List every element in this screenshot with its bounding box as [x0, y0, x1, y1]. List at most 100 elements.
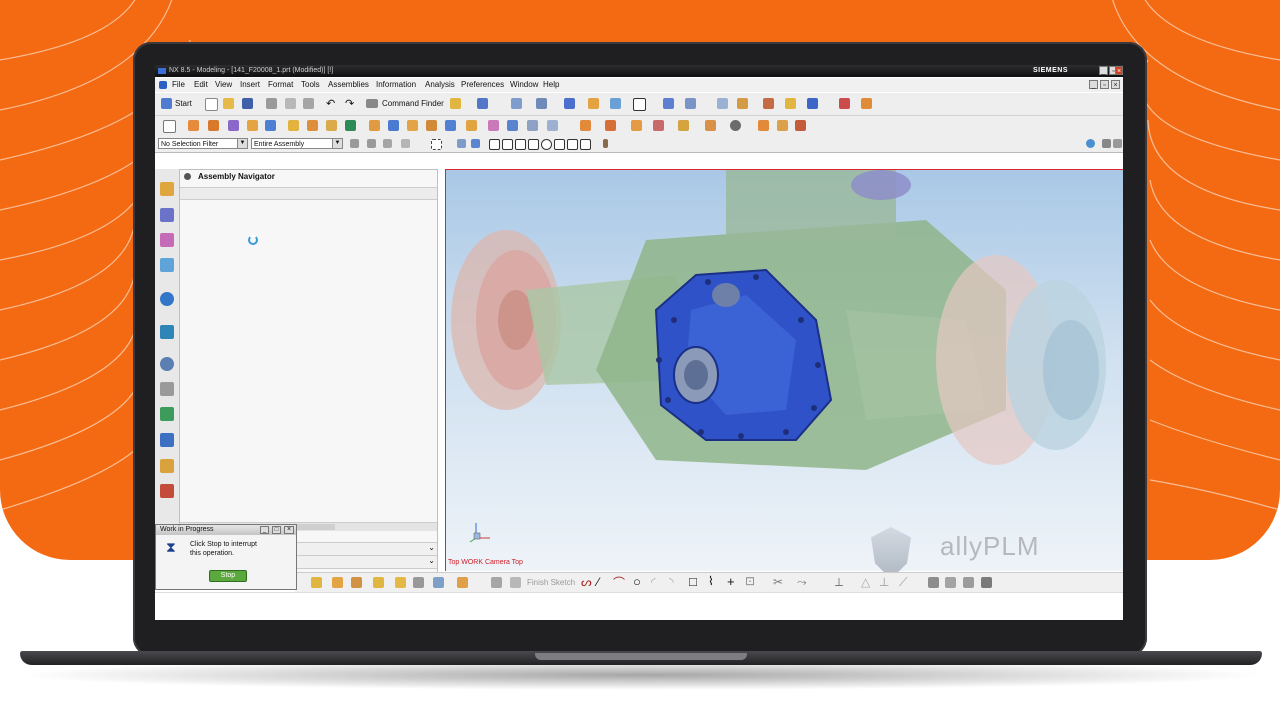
assembly-add-icon[interactable]: [580, 120, 591, 131]
dialog-minimize-button[interactable]: _: [260, 526, 269, 534]
dialog-maximize-button[interactable]: □: [272, 526, 281, 534]
menu-help[interactable]: Help: [543, 78, 559, 92]
sketch-options-icon[interactable]: [457, 577, 468, 588]
roles-icon[interactable]: [160, 459, 174, 473]
quick-extend-icon[interactable]: ⤳: [797, 575, 807, 590]
menu-assemblies[interactable]: Assemblies: [328, 78, 369, 92]
constraint-navigator-icon[interactable]: [160, 208, 174, 222]
move-component-icon[interactable]: [631, 120, 642, 131]
fillet-icon[interactable]: ◜: [651, 575, 656, 589]
thicken-icon[interactable]: [488, 120, 499, 131]
snap-on-curve-icon[interactable]: [580, 139, 591, 150]
circle-icon[interactable]: ○: [633, 574, 641, 589]
menu-format[interactable]: Format: [268, 78, 293, 92]
paste-icon[interactable]: [303, 98, 314, 109]
system-scene-icon[interactable]: [160, 484, 174, 498]
dialog-close-button[interactable]: ×: [284, 526, 294, 534]
fullscreen-icon[interactable]: [1113, 139, 1122, 148]
rectangle-select-icon[interactable]: [431, 139, 442, 150]
trim-body-icon[interactable]: [307, 120, 318, 131]
doc-close-button[interactable]: ×: [1111, 80, 1120, 89]
background-icon[interactable]: [633, 98, 646, 111]
web-browser-icon[interactable]: [160, 292, 174, 306]
reuse-library-icon[interactable]: [160, 258, 174, 272]
analysis-icon[interactable]: [807, 98, 818, 109]
layout-icon[interactable]: [1102, 139, 1111, 148]
system-materials-icon[interactable]: [160, 382, 174, 396]
extrude-icon[interactable]: [188, 120, 199, 131]
clock-icon[interactable]: [160, 357, 174, 371]
gear-icon[interactable]: [373, 577, 384, 588]
delete-face-icon[interactable]: [547, 120, 558, 131]
wave-geometry-icon[interactable]: [332, 577, 343, 588]
clip-section-icon[interactable]: [610, 98, 621, 109]
selection-icon[interactable]: [477, 98, 488, 109]
snap-point-on-face-icon[interactable]: [603, 139, 608, 148]
finish-sketch-icon[interactable]: [510, 577, 521, 588]
orient-view-icon[interactable]: [663, 98, 674, 109]
menu-information[interactable]: Information: [376, 78, 416, 92]
save-icon[interactable]: [242, 98, 253, 109]
view-orient-icon[interactable]: [511, 98, 522, 109]
inferred-constraints-icon[interactable]: [981, 577, 992, 588]
info-icon[interactable]: [785, 98, 796, 109]
selection-filter-dropdown[interactable]: No Selection Filter ▼: [158, 138, 248, 149]
edge-blend-icon[interactable]: [326, 120, 337, 131]
polygon-icon[interactable]: ⌇: [708, 574, 714, 588]
exploded-view-icon[interactable]: [678, 120, 689, 131]
snap-control-point-icon[interactable]: [528, 139, 539, 150]
revolve-icon[interactable]: [208, 120, 219, 131]
chamfer-icon[interactable]: [345, 120, 356, 131]
assembly-navigator-icon[interactable]: [160, 182, 174, 196]
select-all-icon[interactable]: [383, 139, 392, 148]
menu-tools[interactable]: Tools: [301, 78, 320, 92]
shell-icon[interactable]: [369, 120, 380, 131]
stop-button[interactable]: Stop: [209, 570, 247, 582]
chamfer-sketch-icon[interactable]: ◝: [669, 575, 674, 589]
copy-icon[interactable]: [285, 98, 296, 109]
quick-trim-icon[interactable]: ✂: [773, 575, 783, 589]
doc-restore-button[interactable]: ▫: [1100, 80, 1109, 89]
snap-icon[interactable]: [839, 98, 850, 109]
snap-grid-icon[interactable]: [489, 139, 500, 150]
cut-icon[interactable]: [266, 98, 277, 109]
process-studio-icon[interactable]: [160, 407, 174, 421]
menu-edit[interactable]: Edit: [194, 78, 208, 92]
convert-reference-icon[interactable]: [945, 577, 956, 588]
finish-sketch-button[interactable]: Finish Sketch: [527, 578, 575, 587]
pencil-icon[interactable]: [395, 577, 406, 588]
make-corner-icon[interactable]: ⟂: [835, 575, 843, 590]
command-finder-button[interactable]: Command Finder: [382, 99, 444, 108]
product-interface-icon[interactable]: [777, 120, 788, 131]
render-style-icon[interactable]: [536, 98, 547, 109]
snap-endpoint-icon[interactable]: [471, 139, 480, 148]
deformable-icon[interactable]: [795, 120, 806, 131]
line-icon[interactable]: ⁄: [597, 575, 599, 589]
open-folder-icon[interactable]: [223, 98, 234, 109]
menu-file[interactable]: File: [172, 78, 185, 92]
globe-icon[interactable]: [1086, 139, 1095, 148]
touch-mode-icon[interactable]: [450, 98, 461, 109]
assembly-tool-icon[interactable]: [311, 577, 322, 588]
menu-preferences[interactable]: Preferences: [461, 78, 504, 92]
point-icon[interactable]: +: [727, 574, 735, 589]
animate-dimension-icon[interactable]: [928, 577, 939, 588]
snap-tangent-icon[interactable]: [515, 139, 526, 150]
auto-constrain-icon[interactable]: ⟋: [899, 575, 907, 590]
redo-icon[interactable]: ↷: [345, 97, 354, 110]
geometric-constraint-icon[interactable]: ⊥: [879, 575, 889, 589]
rectangle-icon[interactable]: □: [689, 574, 697, 589]
move-object-icon[interactable]: [737, 98, 748, 109]
clearance-icon[interactable]: [730, 120, 741, 131]
snap-quadrant-icon[interactable]: [502, 139, 513, 150]
menu-analysis[interactable]: Analysis: [425, 78, 455, 92]
part-navigator-icon[interactable]: [160, 233, 174, 247]
profile-icon[interactable]: ᔕ: [581, 575, 592, 589]
start-button[interactable]: Start: [175, 99, 192, 108]
scope-dropdown[interactable]: Entire Assembly ▼: [251, 138, 343, 149]
layer-icon[interactable]: [588, 98, 599, 109]
snap-arc-center-icon[interactable]: [541, 139, 552, 150]
app-menu-icon[interactable]: [159, 81, 167, 89]
synchronous-icon[interactable]: [507, 120, 518, 131]
history-icon[interactable]: [160, 325, 174, 339]
